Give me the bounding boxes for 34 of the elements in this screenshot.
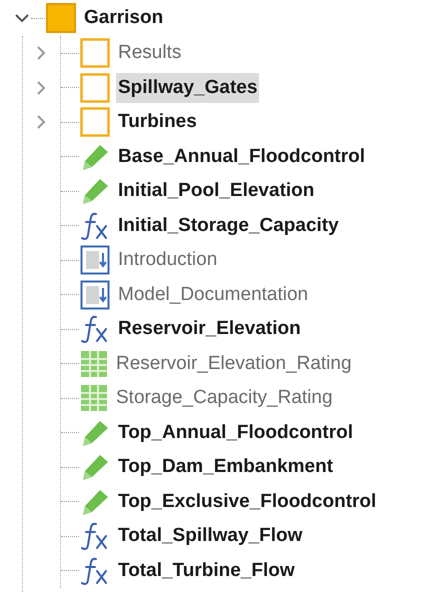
tree-item[interactable]: Top_Annual_Floodcontrol <box>116 418 356 448</box>
tree-item[interactable]: Results <box>116 38 184 68</box>
tree-item[interactable]: Spillway_Gates <box>116 72 260 103</box>
pencil-icon <box>80 418 110 447</box>
tree-item[interactable]: Reservoir_Elevation <box>116 314 303 344</box>
folder-icon <box>80 72 110 103</box>
pencil-icon <box>80 453 110 482</box>
tree-item[interactable]: Storage_Capacity_Rating <box>114 383 335 414</box>
function-icon <box>80 210 110 241</box>
tree-item[interactable]: Initial_Pool_Elevation <box>116 176 316 206</box>
tree-item[interactable]: Top_Exclusive_Floodcontrol <box>116 486 378 517</box>
folder-icon <box>80 38 110 68</box>
tree-item[interactable]: Garrison <box>82 3 166 33</box>
function-icon <box>80 521 110 552</box>
document-icon <box>80 245 110 276</box>
tree-item[interactable]: Top_Dam_Embankment <box>116 452 336 482</box>
tree-item[interactable]: Reservoir_Elevation_Rating <box>114 348 354 379</box>
table-icon <box>80 384 108 412</box>
folder-icon <box>80 107 110 138</box>
tree-item[interactable]: Base_Annual_Floodcontrol <box>116 142 368 172</box>
tree-item[interactable]: Turbines <box>116 107 199 138</box>
pencil-icon <box>80 142 110 171</box>
tree-item[interactable]: Total_Turbine_Flow <box>116 556 297 586</box>
folder-icon <box>46 3 76 33</box>
table-icon <box>80 350 108 378</box>
tree-item[interactable]: Total_Spillway_Flow <box>116 521 304 552</box>
pencil-icon <box>80 177 110 206</box>
tree-item[interactable]: Model_Documentation <box>116 280 310 310</box>
document-icon <box>80 280 110 310</box>
tree-item[interactable]: Introduction <box>116 245 220 276</box>
function-icon <box>80 314 110 344</box>
pencil-icon <box>80 488 110 516</box>
function-icon <box>80 556 110 586</box>
tree-item[interactable]: Initial_Storage_Capacity <box>116 210 341 241</box>
